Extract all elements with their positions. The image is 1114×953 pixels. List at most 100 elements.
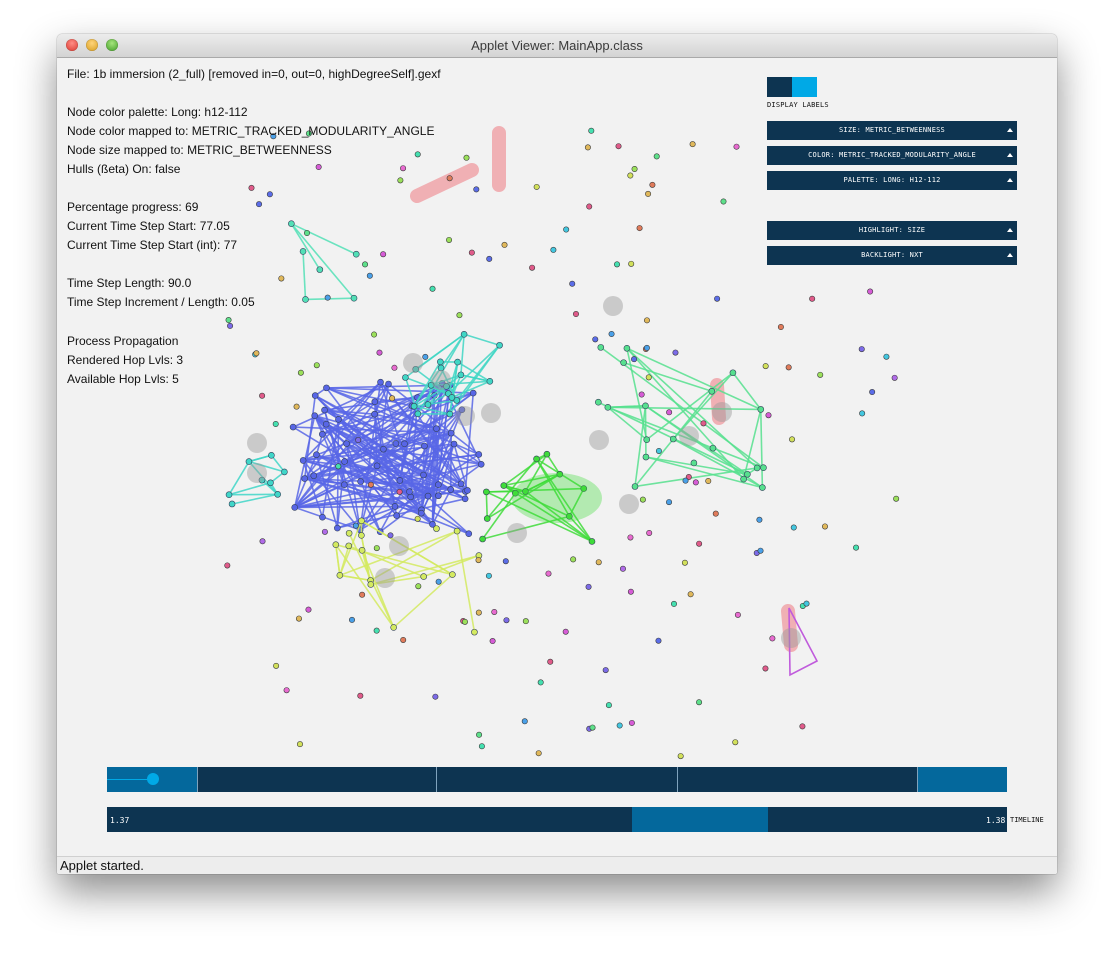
graph-node[interactable] <box>550 246 557 253</box>
graph-node[interactable] <box>448 394 456 401</box>
graph-node[interactable] <box>614 261 621 268</box>
graph-node[interactable] <box>883 353 890 360</box>
graph-node[interactable] <box>380 251 387 258</box>
graph-node[interactable] <box>681 559 688 566</box>
graph-node[interactable] <box>589 724 596 731</box>
graph-node[interactable] <box>759 484 766 491</box>
display-labels-toggle-off[interactable] <box>767 77 792 97</box>
graph-node[interactable] <box>762 665 769 672</box>
graph-node[interactable] <box>615 143 622 150</box>
graph-node[interactable] <box>350 294 358 302</box>
graph-node[interactable] <box>592 336 599 343</box>
graph-node[interactable] <box>313 362 320 369</box>
graph-node[interactable] <box>358 547 366 554</box>
graph-node[interactable] <box>473 186 480 193</box>
graph-node[interactable] <box>396 488 403 495</box>
graph-node[interactable] <box>373 462 381 470</box>
graph-node[interactable] <box>645 190 652 197</box>
graph-node[interactable] <box>256 201 263 208</box>
graph-node[interactable] <box>785 364 792 371</box>
graph-node[interactable] <box>501 241 508 248</box>
graph-node[interactable] <box>616 722 623 729</box>
graph-node[interactable] <box>259 538 266 545</box>
graph-node[interactable] <box>677 753 684 760</box>
graph-node[interactable] <box>475 557 482 564</box>
graph-node[interactable] <box>588 538 596 545</box>
graph-node[interactable] <box>316 266 324 273</box>
graph-node[interactable] <box>245 458 253 465</box>
graph-node[interactable] <box>367 481 374 488</box>
speed-slider-handle[interactable] <box>147 773 159 785</box>
graph-node[interactable] <box>672 349 679 356</box>
graph-node[interactable] <box>891 374 898 381</box>
graph-node[interactable] <box>391 503 399 510</box>
graph-node[interactable] <box>655 447 662 454</box>
graph-node[interactable] <box>489 638 496 645</box>
graph-node[interactable] <box>293 403 300 410</box>
graph-node[interactable] <box>643 344 650 351</box>
graph-node[interactable] <box>483 488 490 496</box>
graph-node[interactable] <box>366 272 373 279</box>
graph-node[interactable] <box>619 565 626 572</box>
graph-node[interactable] <box>631 483 639 490</box>
graph-node[interactable] <box>893 495 900 502</box>
graph-node[interactable] <box>469 389 477 397</box>
graph-node[interactable] <box>225 317 232 324</box>
graph-node[interactable] <box>809 295 816 302</box>
graph-node[interactable] <box>562 628 569 635</box>
graph-node[interactable] <box>533 455 540 463</box>
graph-node[interactable] <box>643 436 651 443</box>
graph-node[interactable] <box>461 618 468 625</box>
graph-node[interactable] <box>471 628 478 636</box>
graph-node[interactable] <box>595 559 602 566</box>
graph-node[interactable] <box>446 175 453 182</box>
graph-node[interactable] <box>666 409 673 416</box>
graph-node[interactable] <box>389 395 396 402</box>
graph-node[interactable] <box>289 423 297 431</box>
graph-node[interactable] <box>227 322 234 329</box>
graph-node[interactable] <box>450 440 458 448</box>
graph-node[interactable] <box>623 344 631 352</box>
graph-node[interactable] <box>296 741 303 748</box>
graph-node[interactable] <box>420 573 428 580</box>
graph-node[interactable] <box>319 430 326 438</box>
graph-node[interactable] <box>485 572 492 579</box>
graph-node[interactable] <box>435 578 442 585</box>
graph-node[interactable] <box>272 420 279 427</box>
graph-node[interactable] <box>821 523 828 530</box>
graph-node[interactable] <box>858 346 865 353</box>
graph-node[interactable] <box>687 591 694 598</box>
graph-node[interactable] <box>433 425 440 432</box>
graph-node[interactable] <box>457 371 465 379</box>
graph-node[interactable] <box>545 570 552 577</box>
graph-node[interactable] <box>777 324 784 331</box>
graph-node[interactable] <box>437 358 444 366</box>
graph-node[interactable] <box>757 406 765 413</box>
graph-node[interactable] <box>392 440 400 447</box>
graph-node[interactable] <box>762 363 769 370</box>
graph-node[interactable] <box>322 420 330 428</box>
graph-node[interactable] <box>477 460 485 468</box>
graph-node[interactable] <box>496 341 503 349</box>
graph-node[interactable] <box>789 436 796 443</box>
graph-node[interactable] <box>627 588 634 595</box>
graph-node[interactable] <box>429 285 436 292</box>
graph-node[interactable] <box>638 391 645 398</box>
graph-node[interactable] <box>585 583 592 590</box>
graph-node[interactable] <box>228 500 236 508</box>
graph-node[interactable] <box>627 172 634 179</box>
graph-node[interactable] <box>690 459 698 467</box>
graph-node[interactable] <box>248 184 255 191</box>
graph-node[interactable] <box>371 410 378 418</box>
graph-node[interactable] <box>605 702 612 709</box>
graph-node[interactable] <box>547 658 554 665</box>
graph-node[interactable] <box>631 165 638 172</box>
graph-node[interactable] <box>620 359 627 366</box>
graph-node[interactable] <box>757 547 764 554</box>
graph-node[interactable] <box>414 410 422 418</box>
graph-node[interactable] <box>799 723 806 730</box>
graph-node[interactable] <box>259 392 266 399</box>
graph-node[interactable] <box>476 731 483 738</box>
graph-node[interactable] <box>355 437 362 444</box>
graph-node[interactable] <box>712 510 719 517</box>
